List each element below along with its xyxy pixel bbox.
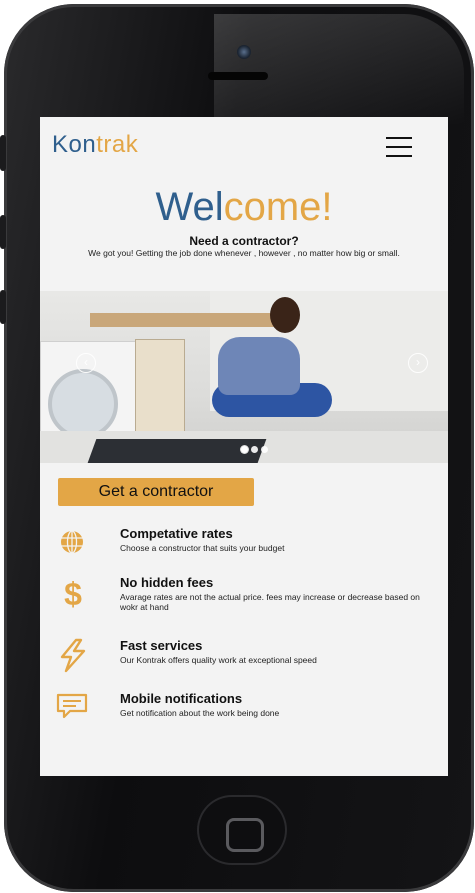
carousel-next-icon[interactable]: › bbox=[408, 353, 428, 373]
photo-washer-drum bbox=[48, 369, 118, 439]
photo-worker-head bbox=[270, 297, 300, 333]
globe-icon bbox=[54, 526, 94, 562]
welcome-heading: Welcome! bbox=[40, 185, 448, 230]
feature-title: Competative rates bbox=[120, 526, 233, 541]
volume-up-button bbox=[0, 215, 6, 249]
feature-description: Our Kontrak offers quality work at excep… bbox=[120, 655, 317, 665]
lightning-icon bbox=[54, 638, 94, 674]
carousel-indicators bbox=[241, 440, 271, 458]
welcome-part1: Wel bbox=[155, 185, 224, 229]
feature-description: Get notification about the work being do… bbox=[120, 708, 280, 718]
feature-item: Fast services Our Kontrak offers quality… bbox=[40, 638, 448, 678]
top-nav: Kontrak bbox=[40, 117, 448, 173]
feature-title: No hidden fees bbox=[120, 575, 214, 590]
feature-title: Mobile notifications bbox=[120, 691, 243, 706]
hero-subtitle: We got you! Getting the job done wheneve… bbox=[88, 248, 400, 258]
front-camera bbox=[237, 45, 251, 59]
hamburger-menu-icon[interactable] bbox=[386, 135, 412, 159]
feature-item: Mobile notifications Get notification ab… bbox=[40, 691, 448, 731]
carousel-dot[interactable] bbox=[261, 446, 268, 453]
home-square-icon bbox=[226, 818, 264, 852]
hero-question: Need a contractor? bbox=[189, 234, 299, 248]
mute-switch bbox=[0, 135, 6, 171]
feature-item: $ No hidden fees Avarage rates are not t… bbox=[40, 575, 448, 615]
phone-glare bbox=[214, 14, 464, 124]
feature-title: Fast services bbox=[120, 638, 203, 653]
svg-text:$: $ bbox=[64, 576, 82, 611]
app-screen: Kontrak Welcome! Need a contractor? We g… bbox=[40, 117, 448, 776]
feature-description: Choose a constructor that suits your bud… bbox=[120, 543, 285, 553]
feature-item: Competative rates Choose a constructor t… bbox=[40, 526, 448, 566]
photo-toolbox bbox=[87, 439, 267, 463]
brand-part1: Kon bbox=[52, 131, 97, 158]
brand-logo[interactable]: Kontrak bbox=[52, 131, 138, 159]
photo-worker-body bbox=[218, 337, 300, 395]
message-icon bbox=[54, 691, 94, 727]
welcome-part2: come! bbox=[223, 185, 333, 229]
carousel-dot[interactable] bbox=[241, 446, 248, 453]
photo-countertop bbox=[90, 313, 280, 327]
volume-down-button bbox=[0, 290, 6, 324]
feature-description: Avarage rates are not the actual price. … bbox=[120, 592, 420, 612]
dollar-icon: $ bbox=[54, 575, 94, 612]
get-contractor-button[interactable]: Get a contractor bbox=[58, 478, 254, 506]
carousel-prev-icon[interactable]: ‹ bbox=[76, 353, 96, 373]
earpiece-speaker bbox=[208, 72, 268, 80]
carousel-dot[interactable] bbox=[251, 446, 258, 453]
hero-carousel[interactable]: ‹ › bbox=[40, 291, 448, 463]
brand-part2: trak bbox=[96, 131, 139, 158]
